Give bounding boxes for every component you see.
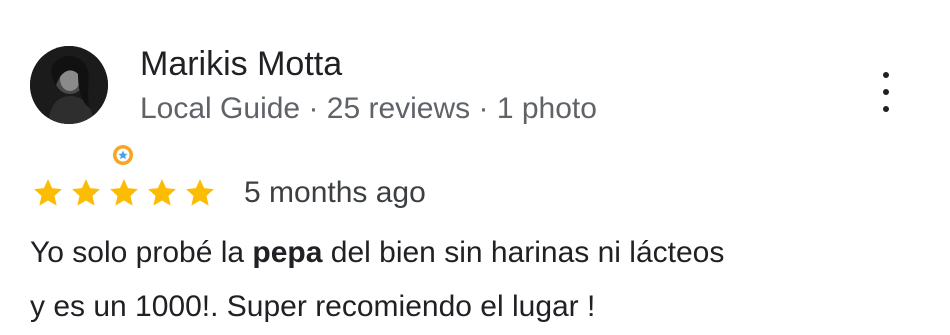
reviewer-meta: Local Guide · 25 reviews · 1 photo <box>140 92 597 125</box>
review-text-part: Yo solo probé la <box>30 236 253 269</box>
star-icon <box>72 179 100 206</box>
star-icon <box>34 179 62 206</box>
star-icon <box>110 179 138 206</box>
avatar[interactable] <box>30 46 136 168</box>
reviewer-name[interactable]: Marikis Motta <box>140 44 342 84</box>
review-text: Yo solo probé la pepa del bien sin harin… <box>30 226 910 334</box>
review-text-line2: y es un 1000!. Super recomiendo el lugar… <box>30 290 596 323</box>
local-guide-badge-icon <box>110 142 136 168</box>
more-vert-icon <box>883 72 889 78</box>
review-date: 5 months ago <box>244 176 426 209</box>
review-text-bold: pepa <box>252 236 323 269</box>
more-vert-dot <box>883 89 889 95</box>
more-vert-dot <box>883 106 889 112</box>
star-icon <box>186 179 214 206</box>
review-card: Marikis Motta Local Guide · 25 reviews ·… <box>0 0 950 335</box>
more-options-button[interactable] <box>872 72 900 112</box>
star-icon <box>148 179 176 206</box>
star-rating <box>30 176 218 210</box>
review-text-part: del bien sin harinas ni lácteos <box>322 236 725 269</box>
avatar-photo <box>30 46 108 124</box>
